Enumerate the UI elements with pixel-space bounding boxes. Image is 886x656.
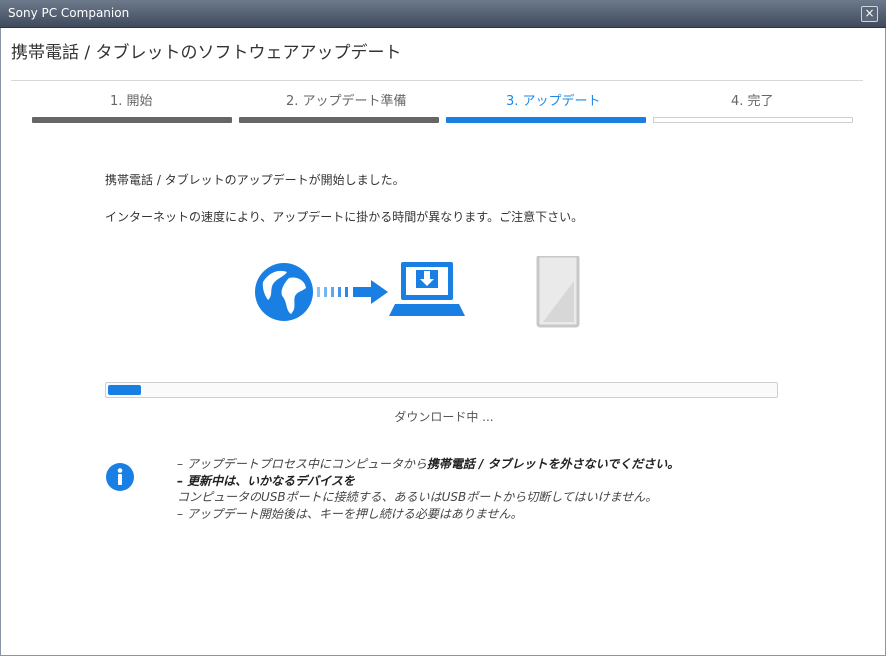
phone-icon	[536, 256, 580, 328]
note-line-1-bold: 携帯電話 / タブレットを外さないでください。	[426, 457, 680, 471]
download-progress-bar	[105, 382, 778, 398]
caution-notes: – アップデートプロセス中にコンピュータから携帯電話 / タブレットを外さないで…	[177, 456, 679, 522]
note-line-3: コンピュータのUSBポートに接続する、あるいはUSBポートから切断してはいけませ…	[177, 490, 658, 504]
step-1-bar	[32, 117, 232, 123]
info-icon	[106, 463, 134, 491]
download-status: ダウンロード中 ...	[394, 410, 494, 424]
note-line-2-bold: – 更新中は、いかなるデバイスを	[177, 473, 355, 488]
note-line-1-text: – アップデートプロセス中にコンピュータから	[177, 457, 427, 471]
main-window: 携帯電話 / タブレットのソフトウェアアップデート 1. 開始 2. アップデー…	[0, 28, 886, 656]
title-bar: Sony PC Companion ×	[0, 0, 886, 28]
step-2-bar	[239, 117, 439, 123]
note-line-1: – アップデートプロセス中にコンピュータから携帯電話 / タブレットを外さないで…	[177, 456, 679, 473]
step-4-label: 4. 完了	[731, 94, 774, 109]
transfer-dots	[317, 287, 348, 297]
step-1-label: 1. 開始	[110, 94, 153, 109]
step-2-label: 2. アップデート準備	[286, 94, 407, 109]
note-line-2: – 更新中は、いかなるデバイスを	[177, 473, 679, 490]
speed-note-message: インターネットの速度により、アップデートに掛かる時間が異なります。ご注意下さい。	[105, 210, 584, 224]
step-4-bar	[653, 117, 853, 123]
window-title: Sony PC Companion	[8, 6, 130, 20]
update-illustration	[255, 256, 580, 328]
step-3-label: 3. アップデート	[506, 94, 601, 109]
page-title: 携帯電話 / タブレットのソフトウェアアップデート	[11, 43, 402, 63]
laptop-download-icon	[389, 262, 465, 316]
note-line-4: – アップデート開始後は、キーを押し続ける必要はありません。	[177, 506, 523, 521]
close-icon: ×	[864, 6, 875, 20]
globe-icon	[255, 263, 313, 321]
progress-fill	[108, 385, 141, 395]
close-button[interactable]: ×	[861, 6, 878, 22]
step-3-bar	[446, 117, 646, 123]
divider	[11, 80, 863, 81]
update-started-message: 携帯電話 / タブレットのアップデートが開始しました。	[105, 173, 405, 187]
arrow-right-icon	[353, 280, 388, 304]
